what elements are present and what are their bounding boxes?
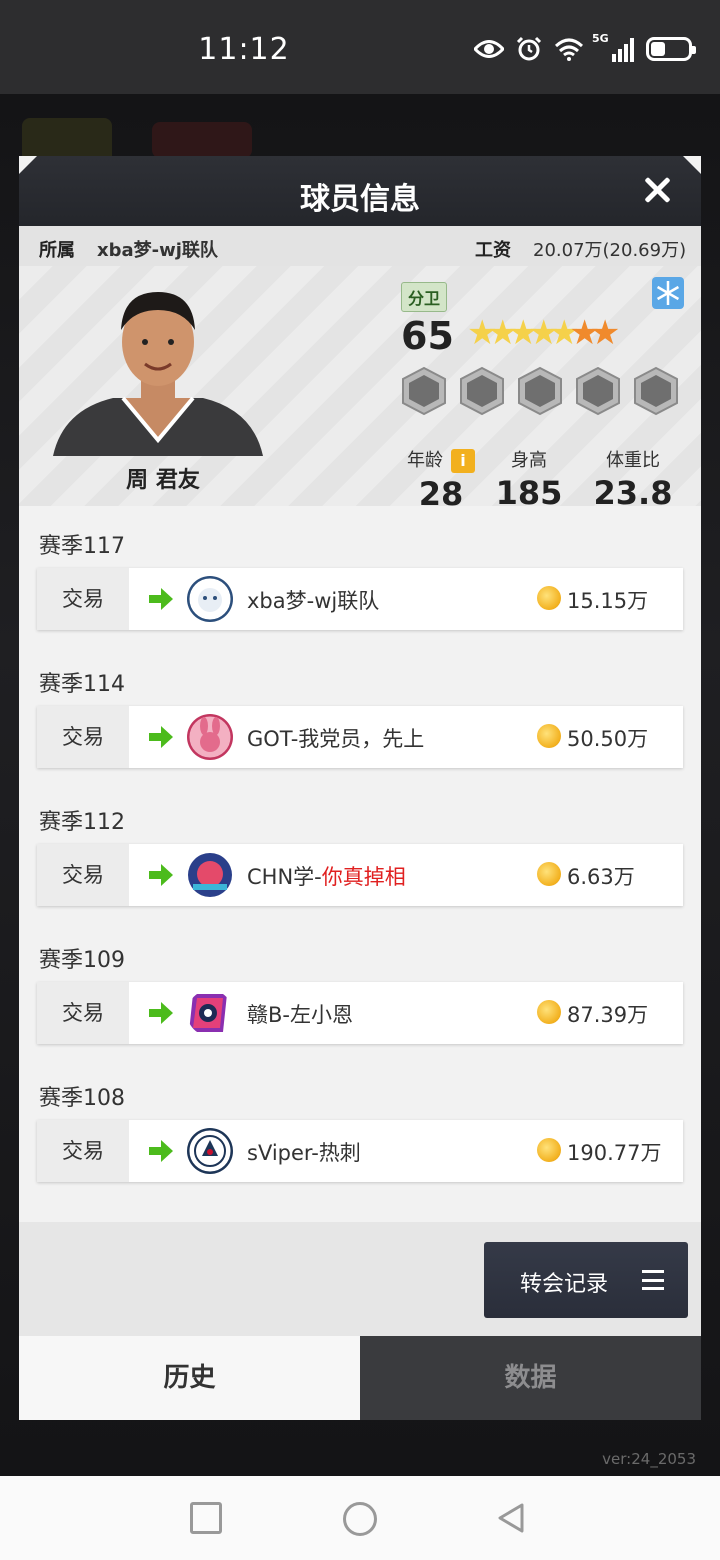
battery-icon [646, 37, 696, 61]
stat-weight-ratio-label: 体重比 [606, 450, 660, 471]
position-badge: 分卫 [401, 282, 448, 312]
team-value: xba梦-wj联队 [97, 240, 218, 261]
status-time: 11:12 [198, 32, 290, 67]
transfer-fee: 15.15万 [567, 589, 649, 613]
coin-icon [537, 1138, 561, 1162]
transfer-record-label: 转会记录 [520, 1272, 609, 1297]
team-logo-icon [187, 576, 233, 622]
table-row[interactable]: 交易 GOT-我党员，先上 50.50万 [37, 706, 683, 768]
season-label: 赛季114 [39, 672, 125, 697]
transfer-history-list[interactable]: 赛季117 交易 xba梦-wj联队 15.15万 赛季114 交易 GOT-我… [19, 506, 701, 1222]
snowflake-icon [652, 277, 684, 309]
player-avatar [53, 292, 263, 456]
record-type: 交易 [37, 568, 129, 630]
close-button[interactable] [641, 174, 673, 206]
tab-bar: 历史 数据 [19, 1336, 701, 1420]
stat-age-label: 年龄 [407, 450, 443, 471]
coin-icon [537, 862, 561, 886]
record-type: 交易 [37, 844, 129, 906]
stat-weight-ratio: 体重比 23.8 [585, 446, 681, 512]
status-icons: 5G [474, 33, 696, 62]
record-type: 交易 [37, 706, 129, 768]
list-item: 赛季109 交易 赣B-左小恩 87.39万 [19, 920, 701, 1058]
skill-slots [401, 366, 679, 416]
team-logo-icon [187, 714, 233, 760]
team-name: sViper-热刺 [247, 1141, 361, 1165]
season-label: 赛季108 [39, 1086, 125, 1111]
recents-button[interactable] [190, 1502, 222, 1534]
transfer-fee: 6.63万 [567, 865, 635, 889]
season-label: 赛季117 [39, 534, 125, 559]
star-icon: ★ [589, 313, 621, 353]
hexagon-slot-icon[interactable] [575, 366, 621, 416]
table-row[interactable]: 交易 sViper-热刺 190.77万 [37, 1120, 683, 1182]
coin-icon [537, 1000, 561, 1024]
modal-footer: 转会记录 [19, 1222, 701, 1336]
season-label: 赛季112 [39, 810, 125, 835]
team-logo-icon [187, 1128, 233, 1174]
table-row[interactable]: 交易 xba梦-wj联队 15.15万 [37, 568, 683, 630]
stat-age: 年龄 i 28 [391, 446, 491, 513]
coin-icon [537, 586, 561, 610]
arrow-right-icon [149, 1140, 173, 1162]
record-type: 交易 [37, 982, 129, 1044]
table-row[interactable]: 交易 CHN学-你真掉相 6.63万 [37, 844, 683, 906]
version-label: ver:24_2053 [602, 1450, 696, 1468]
team-logo-icon [189, 994, 227, 1032]
salary-label: 工资 [475, 240, 511, 261]
stat-height: 身高 185 [489, 446, 569, 512]
stat-height-label: 身高 [511, 450, 547, 471]
hexagon-slot-icon[interactable] [459, 366, 505, 416]
tab-data[interactable]: 数据 [360, 1336, 701, 1420]
record-type: 交易 [37, 1120, 129, 1182]
hexagon-slot-icon[interactable] [517, 366, 563, 416]
network-type: 5G [592, 32, 609, 45]
list-item: 赛季117 交易 xba梦-wj联队 15.15万 [19, 506, 701, 644]
eye-icon [474, 40, 504, 58]
table-row[interactable]: 交易 赣B-左小恩 87.39万 [37, 982, 683, 1044]
arrow-right-icon [149, 864, 173, 886]
team-name: CHN学-你真掉相 [247, 865, 406, 889]
transfer-record-button[interactable]: 转会记录 [484, 1242, 688, 1318]
arrow-right-icon [149, 726, 173, 748]
player-info-modal: 球员信息 所属 xba梦-wj联队 工资 20.07万(20.69万) 周 君友… [19, 156, 701, 1420]
team-logo-icon [188, 853, 232, 897]
modal-title: 球员信息 [300, 182, 420, 217]
transfer-fee: 87.39万 [567, 1003, 649, 1027]
info-strip: 所属 xba梦-wj联队 工资 20.07万(20.69万) [19, 226, 701, 266]
arrow-right-icon [149, 588, 173, 610]
wifi-icon [554, 38, 584, 61]
cell-signal-icon: 5G [592, 33, 634, 62]
season-label: 赛季109 [39, 948, 125, 973]
coin-icon [537, 724, 561, 748]
navigation-bar [0, 1476, 720, 1560]
alarm-icon [516, 36, 542, 61]
team-name: GOT-我党员，先上 [247, 727, 425, 751]
player-rating: 65 [401, 314, 454, 358]
player-profile: 周 君友 分卫 65 ★ ★ ★ ★ ★ ★ ★ 年龄 i 28 身高 185 … [19, 266, 701, 513]
tab-history[interactable]: 历史 [19, 1336, 360, 1420]
info-icon[interactable]: i [451, 449, 475, 473]
menu-icon [642, 1270, 664, 1290]
list-item: 赛季112 交易 CHN学-你真掉相 6.63万 [19, 782, 701, 920]
back-button[interactable] [496, 1502, 528, 1534]
hexagon-slot-icon[interactable] [401, 366, 447, 416]
arrow-right-icon [149, 1002, 173, 1024]
player-name: 周 君友 [126, 468, 200, 493]
home-button[interactable] [343, 1502, 377, 1536]
transfer-fee: 190.77万 [567, 1141, 662, 1165]
status-bar: 11:12 5G [0, 0, 720, 94]
list-item: 赛季114 交易 GOT-我党员，先上 50.50万 [19, 644, 701, 782]
transfer-fee: 50.50万 [567, 727, 649, 751]
background-banner [152, 122, 252, 158]
hexagon-slot-icon[interactable] [633, 366, 679, 416]
team-label: 所属 [39, 240, 75, 261]
star-rating: ★ ★ ★ ★ ★ ★ ★ [467, 316, 620, 350]
list-item: 赛季108 交易 sViper-热刺 190.77万 [19, 1058, 701, 1196]
salary-value: 20.07万(20.69万) [533, 240, 687, 261]
team-name: xba梦-wj联队 [247, 589, 380, 613]
team-name: 赣B-左小恩 [247, 1003, 353, 1027]
